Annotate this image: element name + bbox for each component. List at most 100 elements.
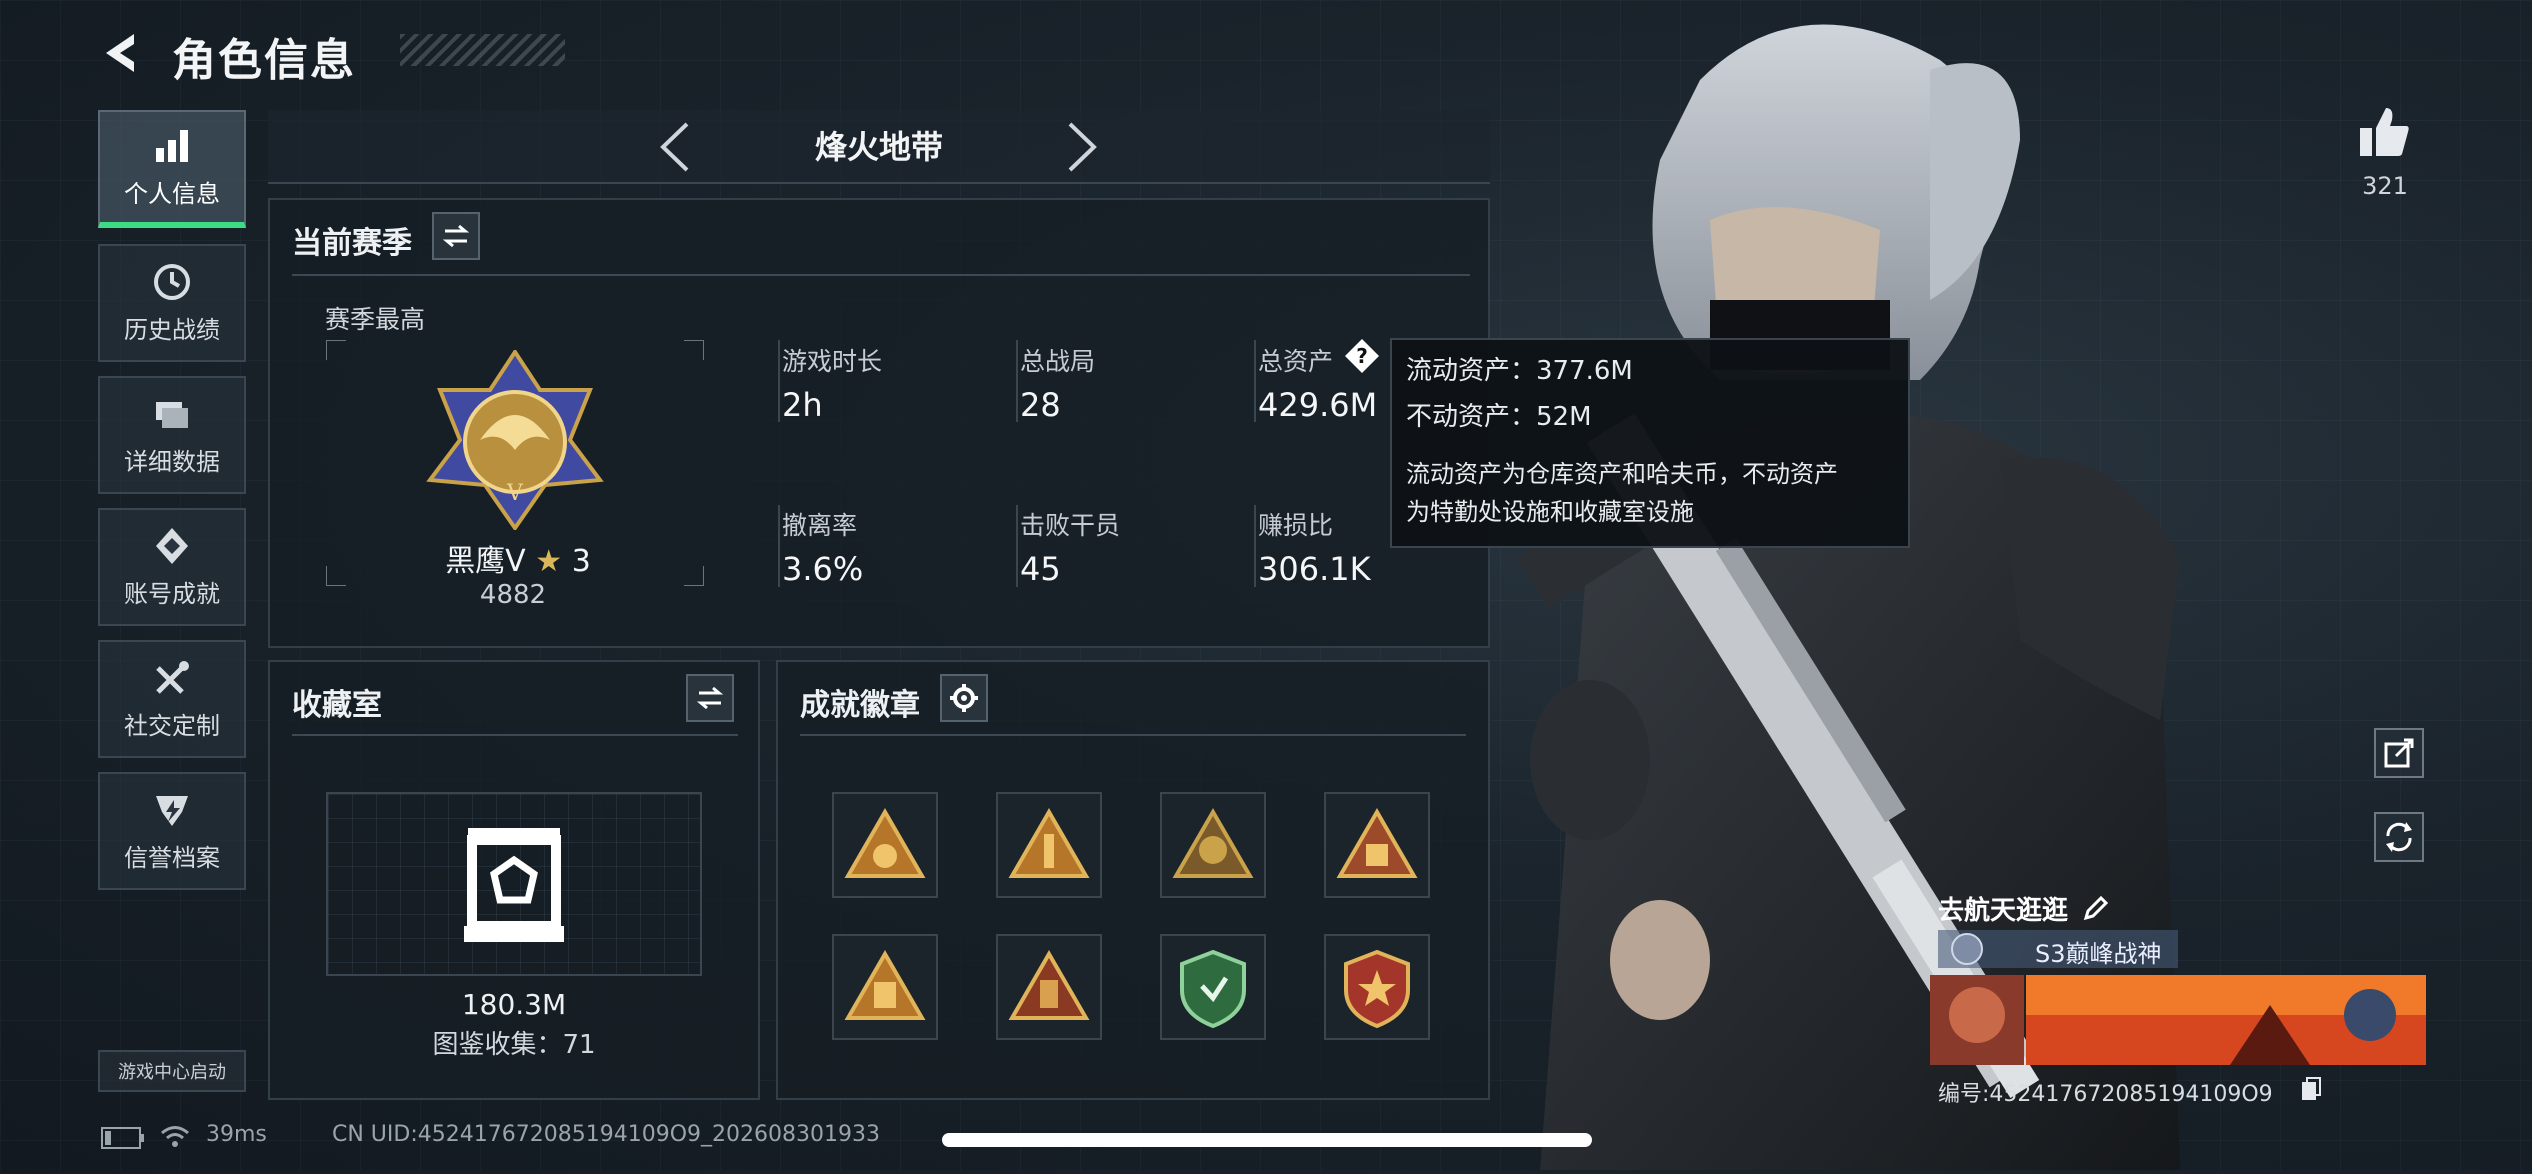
home-indicator[interactable] xyxy=(942,1133,1592,1147)
badge-slot[interactable] xyxy=(1160,792,1266,898)
rank-name: 黑鹰V xyxy=(445,544,526,579)
svg-text:V: V xyxy=(506,481,524,506)
bar-chart-icon xyxy=(156,129,188,162)
sidebar-item-label: 详细数据 xyxy=(124,447,220,476)
tooltip-liquid: 流动资产：377.6M xyxy=(1406,356,1633,386)
player-id: 编号:452417672085194109O9 xyxy=(1938,1082,2273,1107)
reputation-icon xyxy=(156,795,188,826)
stat-matches-label: 总战局 xyxy=(1020,347,1096,376)
badge-slot[interactable] xyxy=(1324,934,1430,1040)
sidebar-item-details[interactable]: 详细数据 xyxy=(98,376,246,494)
stat-profit-ratio-label: 赚损比 xyxy=(1258,511,1334,540)
sidebar-item-label: 历史战绩 xyxy=(124,315,220,344)
title-decoration xyxy=(400,34,565,66)
back-arrow-icon[interactable] xyxy=(98,28,148,78)
refresh-button[interactable] xyxy=(2374,812,2424,862)
badges-title: 成就徽章 xyxy=(800,688,920,723)
sidebar-item-history[interactable]: 历史战绩 xyxy=(98,244,246,362)
badge-slot[interactable] xyxy=(996,792,1102,898)
collection-title: 收藏室 xyxy=(292,688,382,723)
season-switch-button[interactable] xyxy=(432,212,480,260)
collection-switch-button[interactable] xyxy=(686,674,734,722)
badge-slot[interactable] xyxy=(832,934,938,1040)
shield-badge-icon xyxy=(1180,949,1246,1029)
stat-matches-value: 28 xyxy=(1020,386,1061,424)
stat-kills-label: 击败干员 xyxy=(1020,511,1121,540)
sidebar-item-reputation[interactable]: 信誉档案 xyxy=(98,772,246,890)
sidebar-item-personal-info[interactable]: 个人信息 xyxy=(98,110,246,228)
help-icon[interactable]: ? xyxy=(1344,338,1380,374)
stat-playtime-value: 2h xyxy=(782,386,823,424)
share-icon xyxy=(2384,738,2414,768)
divider xyxy=(292,274,1470,276)
swap-icon xyxy=(696,686,724,710)
crate-badge-icon xyxy=(1336,808,1418,878)
refresh-icon xyxy=(2386,822,2412,852)
divider xyxy=(292,734,738,736)
collection-count: 图鉴收集：71 xyxy=(432,1030,596,1060)
star-shield-badge-icon xyxy=(1344,949,1410,1029)
rank-emblem-icon: V xyxy=(426,350,604,530)
player-banner xyxy=(1930,975,2426,1065)
s3-badge-icon xyxy=(1172,808,1254,878)
stat-profit-ratio-value: 306.1K xyxy=(1258,550,1371,588)
divider xyxy=(778,505,780,587)
stat-kills-value: 45 xyxy=(1020,550,1061,588)
divider xyxy=(1254,505,1256,587)
sidebar-item-social[interactable]: 社交定制 xyxy=(98,640,246,758)
svg-text:?: ? xyxy=(1356,344,1368,368)
title-emblem-icon xyxy=(1951,933,1983,965)
tooltip-desc-2: 为特勤处设施和收藏室设施 xyxy=(1406,498,1694,526)
uid-text: CN UID:452417672085194109O9_202608301933 xyxy=(332,1122,880,1147)
tooltip-desc-1: 流动资产为仓库资产和哈夫币，不动资产 xyxy=(1406,460,1838,488)
stat-extract-rate-label: 撤离率 xyxy=(782,511,858,540)
season-peak-label: 赛季最高 xyxy=(325,305,426,334)
thumbs-up-icon[interactable] xyxy=(2356,104,2412,160)
game-center-launch-button[interactable]: 游戏中心启动 xyxy=(98,1050,246,1092)
next-map-arrow-icon[interactable] xyxy=(1062,120,1102,174)
sidebar-item-label: 社交定制 xyxy=(124,711,220,740)
map-title: 烽火地带 xyxy=(814,128,943,166)
edit-icon[interactable] xyxy=(2082,894,2110,922)
player-name: 去航天逛逛 xyxy=(1938,896,2069,926)
rank-name-row: 黑鹰V ★ 3 xyxy=(438,536,598,580)
ping-value: 39ms xyxy=(206,1122,267,1147)
tooltip-fixed: 不动资产：52M xyxy=(1406,402,1592,432)
stat-playtime-label: 游戏时长 xyxy=(782,347,883,376)
game-center-label: 游戏中心启动 xyxy=(118,1062,226,1083)
divider xyxy=(1016,505,1018,587)
swap-icon xyxy=(442,224,470,248)
page-title: 角色信息 xyxy=(172,35,356,86)
history-icon xyxy=(154,263,190,300)
season-title: 当前赛季 xyxy=(292,226,412,261)
stat-assets-value: 429.6M xyxy=(1258,386,1378,424)
rocket-badge-icon xyxy=(1008,808,1090,878)
sidebar-item-label: 账号成就 xyxy=(124,579,220,608)
badges-settings-button[interactable] xyxy=(940,674,988,722)
rank-score: 4882 xyxy=(479,580,547,610)
stat-assets-label: 总资产 xyxy=(1258,347,1334,376)
badge-slot[interactable] xyxy=(832,792,938,898)
collection-value: 180.3M xyxy=(461,988,567,1021)
share-button[interactable] xyxy=(2374,728,2424,778)
badge-slot[interactable] xyxy=(1324,792,1430,898)
like-count: 321 xyxy=(2362,172,2408,200)
badge-slot[interactable] xyxy=(1160,934,1266,1040)
divider xyxy=(778,340,780,422)
pyramid-badge-icon xyxy=(844,808,926,878)
tools-icon xyxy=(156,660,189,694)
display-case-icon xyxy=(464,828,564,942)
wifi-icon xyxy=(161,1126,189,1147)
sidebar-item-achievements[interactable]: 账号成就 xyxy=(98,508,246,626)
sidebar-item-label: 信誉档案 xyxy=(124,843,220,872)
battery-icon xyxy=(101,1127,144,1149)
badge-slot[interactable] xyxy=(996,934,1102,1040)
player-title: S3巅峰战神 xyxy=(2035,940,2162,968)
gear-icon xyxy=(950,684,978,712)
sidebar-item-label: 个人信息 xyxy=(124,179,220,208)
divider xyxy=(800,734,1466,736)
copy-icon[interactable] xyxy=(2300,1076,2322,1102)
rank-star-icon: ★ xyxy=(535,544,563,579)
stat-extract-rate-value: 3.6% xyxy=(782,550,864,588)
divider xyxy=(1016,340,1018,422)
